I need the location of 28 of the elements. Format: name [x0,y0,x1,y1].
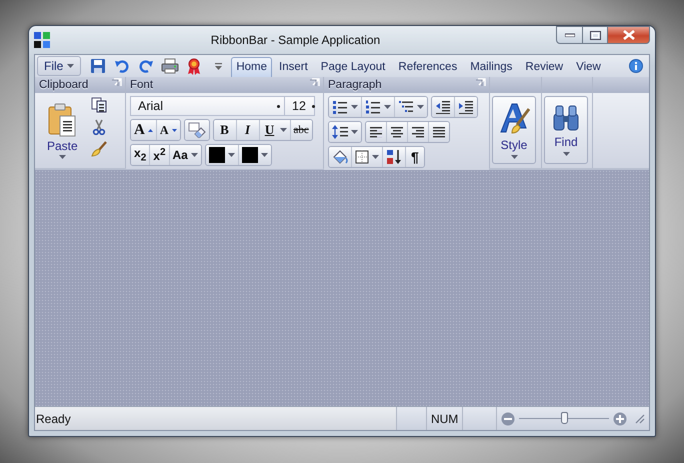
superscript-button[interactable]: x$^{2}$ [150,145,170,165]
ribbon-tab[interactable]: References [393,57,462,77]
find-button[interactable]: Find [544,96,588,164]
group-title: Font [130,79,154,91]
show-formatting-button[interactable]: ¶ [406,147,424,167]
ribbon-tab[interactable]: Review [520,57,568,77]
group-title: Paragraph [328,79,383,91]
ribbon-tab[interactable]: Insert [274,57,313,77]
ribbon-tab[interactable]: Mailings [465,57,518,77]
window-title: RibbonBar - Sample Application [210,33,382,47]
shrink-font-button[interactable]: A [156,120,180,140]
ribbon-tab[interactable]: Home [231,57,272,77]
italic-button[interactable]: I [236,120,260,140]
bold-button[interactable]: B [214,120,237,140]
file-menu-button[interactable]: File [37,56,82,76]
subscript-button[interactable]: x$_{2}$ [131,145,150,165]
strikethrough-button[interactable]: abc [290,120,312,140]
underline-button[interactable]: U [260,120,291,140]
ribbon-tab[interactable]: View [571,57,606,77]
grow-font-button[interactable]: A [131,120,157,140]
change-case-button[interactable]: Aa [170,145,201,165]
font-size-dropdown[interactable]: 12 [285,96,315,116]
ribbon-tab[interactable]: Page Layout [316,57,390,77]
font-name-dropdown[interactable]: Arial [130,96,285,116]
status-text: Ready [36,412,71,426]
style-button[interactable]: Style [492,96,536,164]
num-lock-indicator: NUM [430,412,458,426]
group-title: Clipboard [39,79,90,91]
